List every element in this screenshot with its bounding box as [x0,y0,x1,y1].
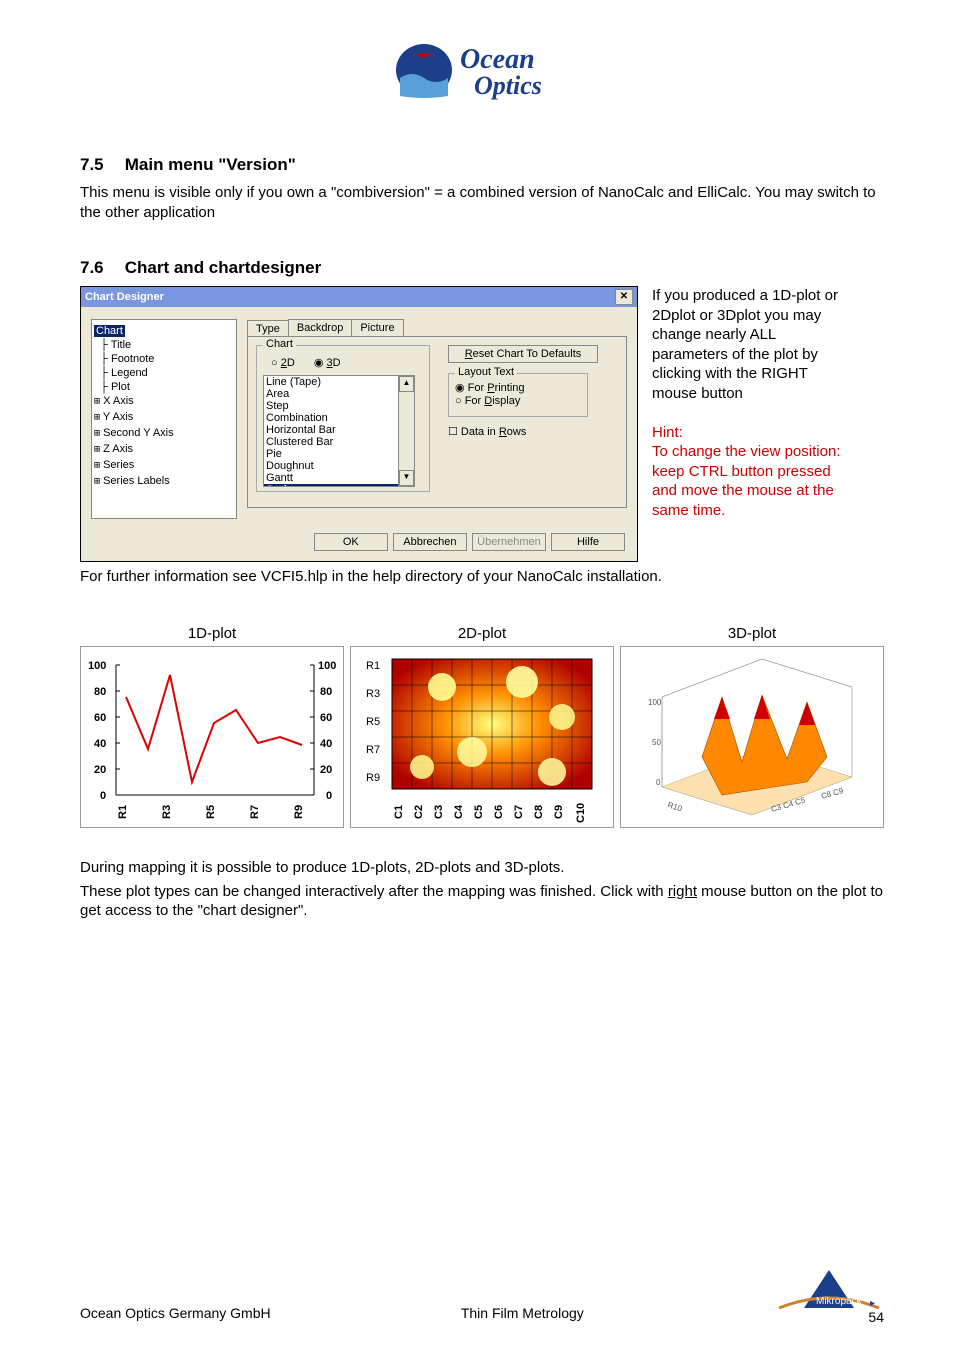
radio-3d[interactable]: ◉ 3D [314,357,341,369]
svg-text:Mikropack: Mikropack [816,1296,863,1307]
svg-text:0: 0 [656,778,661,787]
section-7-6-heading: 7.6 Chart and chartdesigner [80,258,884,278]
svg-text:60: 60 [320,712,332,724]
svg-text:Optics: Optics [474,71,542,100]
svg-text:R7: R7 [366,744,380,756]
svg-text:C2: C2 [413,805,425,819]
svg-text:20: 20 [94,764,106,776]
svg-text:C3: C3 [433,805,445,819]
svg-text:0: 0 [326,790,332,802]
radio-for-display[interactable]: ○ For Display [455,395,581,407]
side-paragraph: If you produced a 1D-plot or 2Dplot or 3… [652,286,842,403]
svg-text:C8 C9: C8 C9 [820,786,845,801]
svg-text:R9: R9 [293,805,305,819]
svg-text:▸: ▸ [870,1298,875,1309]
footer-left: Ocean Optics Germany GmbH [80,1305,271,1321]
close-icon[interactable]: ✕ [615,289,633,305]
svg-text:R3: R3 [366,688,380,700]
svg-text:C4: C4 [453,804,465,819]
plot-1d: 100 100 80 80 60 60 40 40 20 20 0 0 [80,646,344,828]
tree-item-zaxis[interactable]: ⊞ Z Axis [94,442,234,458]
section-7-5-text: This menu is visible only if you own a "… [80,183,884,222]
plot-3d: 100 50 0 R10 C8 C9 C3 C4 C5 [620,646,884,828]
page-number: 54 [868,1309,884,1325]
svg-text:80: 80 [320,686,332,698]
scroll-down-icon[interactable]: ▼ [399,470,414,486]
chart-type-listbox[interactable]: Line (Tape) Area Step Combination Horizo… [263,375,415,487]
below-plots-line1: During mapping it is possible to produce… [80,858,884,878]
tab-backdrop[interactable]: Backdrop [288,319,352,336]
checkbox-data-in-rows[interactable]: ☐ Data in Rows [448,425,618,438]
svg-text:100: 100 [88,660,106,672]
svg-text:100: 100 [318,660,336,672]
svg-text:R5: R5 [366,716,380,728]
cancel-button[interactable]: Abbrechen [393,533,467,551]
section-7-5-heading: 7.5 Main menu "Version" [80,155,884,175]
tree-item-series[interactable]: ⊞ Series [94,458,234,474]
svg-text:60: 60 [94,712,106,724]
svg-text:40: 40 [320,738,332,750]
chart-tree[interactable]: Chart ├ Title ├ Footnote ├ Legend ├ Plot… [91,319,237,519]
svg-text:R9: R9 [366,772,380,784]
footer-center: Thin Film Metrology [461,1305,584,1321]
svg-text:80: 80 [94,686,106,698]
tree-item-legend[interactable]: ├ Legend [94,366,234,380]
svg-text:C1: C1 [393,805,405,819]
svg-text:R10: R10 [666,800,683,813]
svg-text:C10: C10 [575,803,587,823]
chart-type-group: Chart ○ 2D ◉ 3D Line (Tape) Area Step Co… [256,345,430,492]
radio-for-printing[interactable]: ◉ For Printing [455,381,581,394]
svg-text:C9: C9 [553,805,565,819]
svg-text:C5: C5 [473,805,485,819]
below-plots-line2: These plot types can be changed interact… [80,882,884,921]
plot-3d-title: 3D-plot [620,625,884,642]
svg-text:C6: C6 [493,805,505,819]
listbox-scrollbar[interactable]: ▲ ▼ [398,376,414,486]
hint-text: To change the view position: keep CTRL b… [652,442,842,520]
tree-item-series-labels[interactable]: ⊞ Series Labels [94,474,234,490]
svg-text:C8: C8 [533,805,545,819]
layout-text-legend: Layout Text [455,366,517,378]
hint-label: Hint: [652,423,842,443]
svg-text:100: 100 [648,698,662,707]
svg-text:C7: C7 [513,805,525,819]
svg-text:0: 0 [100,790,106,802]
ocean-optics-logo: Ocean Optics [80,30,884,115]
tab-type[interactable]: Type [247,320,289,337]
svg-text:R1: R1 [117,805,129,819]
scroll-up-icon[interactable]: ▲ [399,376,414,392]
svg-text:R7: R7 [249,805,261,819]
svg-text:20: 20 [320,764,332,776]
tree-item-yaxis[interactable]: ⊞ Y Axis [94,410,234,426]
svg-text:40: 40 [94,738,106,750]
tree-item-second-yaxis[interactable]: ⊞ Second Y Axis [94,426,234,442]
tree-item-plot[interactable]: ├ Plot [94,380,234,394]
radio-2d[interactable]: ○ 2D [271,357,295,369]
reset-chart-button[interactable]: Reset Chart To Defaults [448,345,598,363]
svg-text:R3: R3 [161,805,173,819]
chart-group-legend: Chart [263,338,296,350]
after-cd-text: For further information see VCFI5.hlp in… [80,568,884,585]
tab-picture[interactable]: Picture [351,319,403,336]
plot-1d-title: 1D-plot [80,625,344,642]
apply-button[interactable]: Übernehmen [472,533,546,551]
svg-text:R5: R5 [205,805,217,819]
help-button[interactable]: Hilfe [551,533,625,551]
plot-2d: R1 R3 R5 R7 R9 C1 C2 C3 C4 C5 C6 C7 [350,646,614,828]
tree-item-footnote[interactable]: ├ Footnote [94,352,234,366]
ok-button[interactable]: OK [314,533,388,551]
svg-text:50: 50 [652,738,661,747]
window-title: Chart Designer [85,291,164,303]
tree-item-title[interactable]: ├ Title [94,338,234,352]
svg-text:R1: R1 [366,660,380,672]
plot-2d-title: 2D-plot [350,625,614,642]
chart-designer-window: Chart Designer ✕ Chart ├ Title ├ Footnot… [80,286,638,562]
tree-item-xaxis[interactable]: ⊞ X Axis [94,394,234,410]
layout-text-group: Layout Text ◉ For Printing ○ For Display [448,373,588,417]
tree-root[interactable]: Chart [94,325,125,337]
